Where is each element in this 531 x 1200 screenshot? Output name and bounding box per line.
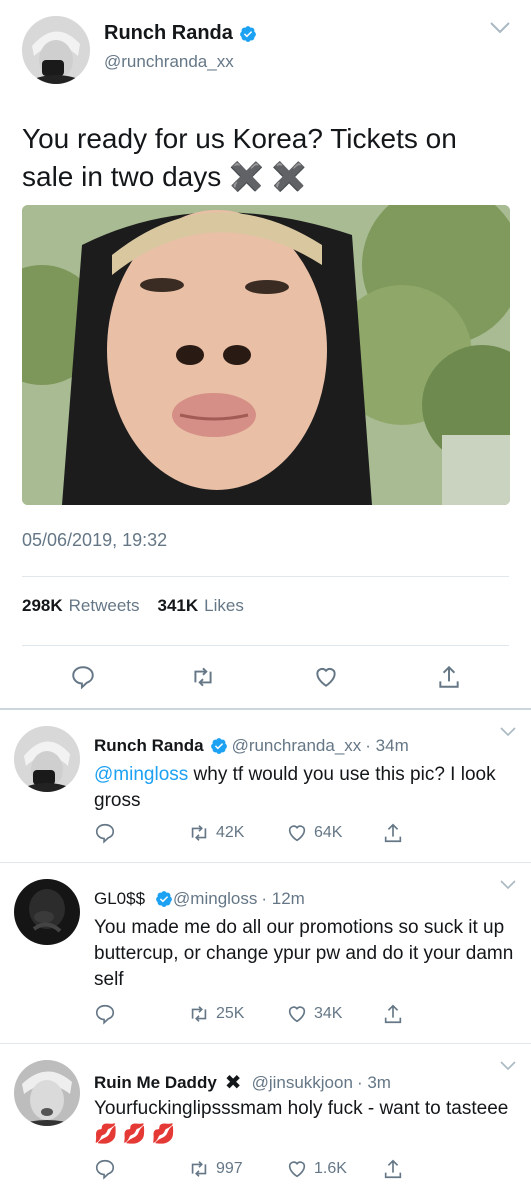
display-name-text[interactable]: Runch Randa <box>104 22 233 45</box>
retweet-count: 25K <box>216 1005 245 1022</box>
reply-icon[interactable] <box>94 1158 116 1180</box>
avatar[interactable] <box>14 879 80 945</box>
verified-badge-icon <box>210 738 227 754</box>
chevron-down-icon[interactable] <box>499 726 517 738</box>
reply-tweet[interactable]: GL0$$ @mingloss · 12m You made me do all… <box>0 863 531 1043</box>
display-name[interactable]: GL0$$ <box>94 889 145 909</box>
time-ago[interactable]: · 12m <box>261 889 304 909</box>
reply-header: Ruin Me Daddy ✖ @jinsukkjoon · 3m <box>94 1070 391 1095</box>
retweet-icon[interactable] <box>188 1003 210 1025</box>
verified-badge-icon <box>240 25 256 42</box>
reply-text: You made me do all our promotions so suc… <box>94 917 514 990</box>
reply-icon[interactable] <box>94 1003 116 1025</box>
cross-mark-icon: ✖ <box>224 1072 242 1094</box>
reply-text: Yourfuckinglipsssmam holy fuck - want to… <box>94 1098 509 1145</box>
reply-text: @mingloss why tf would you use this pic?… <box>94 762 514 814</box>
reply-header: Runch Randa @runchranda_xx · 34m <box>94 736 409 756</box>
reply-actions: 25K 34K <box>0 1003 531 1029</box>
like-count: 34K <box>314 1005 343 1022</box>
handle[interactable]: @mingloss <box>173 889 257 909</box>
retweet-icon[interactable] <box>188 1158 210 1180</box>
time-ago[interactable]: · 3m <box>357 1073 391 1093</box>
avatar[interactable] <box>22 16 90 84</box>
share-icon[interactable] <box>382 1003 404 1025</box>
retweet-count: 997 <box>216 1160 243 1177</box>
reply-actions: 42K 64K <box>0 822 531 848</box>
tweet-photo[interactable] <box>22 205 510 505</box>
likes-label[interactable]: Likes <box>204 596 244 616</box>
retweets-label[interactable]: Retweets <box>69 596 140 616</box>
display-name[interactable]: Runch Randa <box>104 22 257 45</box>
handle[interactable]: @jinsukkjoon <box>252 1073 353 1093</box>
verified-badge-icon <box>156 891 172 907</box>
divider <box>22 576 509 577</box>
reply-icon[interactable] <box>94 822 116 844</box>
retweet-action[interactable]: 997 <box>188 1158 243 1180</box>
retweet-icon[interactable] <box>188 822 210 844</box>
share-icon[interactable] <box>382 1158 404 1180</box>
like-count: 1.6K <box>314 1160 347 1177</box>
tweet-stats: 298K Retweets 341K Likes <box>22 596 244 616</box>
mention-link[interactable]: @mingloss <box>94 764 188 785</box>
like-action[interactable]: 64K <box>286 822 342 844</box>
chevron-down-icon[interactable] <box>499 879 517 891</box>
reply-icon[interactable] <box>70 664 96 690</box>
share-icon[interactable] <box>436 664 462 690</box>
tweet-text: You ready for us Korea? Tickets on sale … <box>22 123 457 192</box>
avatar[interactable] <box>14 1060 80 1126</box>
divider <box>22 645 509 646</box>
share-icon[interactable] <box>382 822 404 844</box>
like-action[interactable]: 1.6K <box>286 1158 347 1180</box>
like-icon[interactable] <box>286 822 308 844</box>
avatar[interactable] <box>14 726 80 792</box>
display-name[interactable]: Runch Randa <box>94 736 204 756</box>
reply-header: GL0$$ @mingloss · 12m <box>94 889 305 909</box>
tweet-timestamp[interactable]: 05/06/2019, 19:32 <box>22 530 167 551</box>
tweet-actions <box>0 660 531 696</box>
display-name[interactable]: Ruin Me Daddy <box>94 1073 217 1093</box>
handle[interactable]: @runchranda_xx <box>232 736 362 756</box>
chevron-down-icon[interactable] <box>499 1060 517 1072</box>
reply-actions: 997 1.6K <box>0 1158 531 1184</box>
like-action[interactable]: 34K <box>286 1003 342 1025</box>
likes-count[interactable]: 341K <box>158 596 199 616</box>
retweet-action[interactable]: 25K <box>188 1003 244 1025</box>
chevron-down-icon[interactable] <box>489 20 511 36</box>
main-tweet: Runch Randa @runchranda_xx You ready for… <box>0 0 531 710</box>
retweet-count: 42K <box>216 824 245 841</box>
retweet-icon[interactable] <box>190 664 216 690</box>
like-icon[interactable] <box>313 664 339 690</box>
retweets-count[interactable]: 298K <box>22 596 63 616</box>
like-icon[interactable] <box>286 1003 308 1025</box>
time-ago[interactable]: · 34m <box>365 736 408 756</box>
reply-tweet[interactable]: Ruin Me Daddy ✖ @jinsukkjoon · 3m Yourfu… <box>0 1044 531 1200</box>
like-icon[interactable] <box>286 1158 308 1180</box>
handle[interactable]: @runchranda_xx <box>104 52 234 72</box>
reply-tweet[interactable]: Runch Randa @runchranda_xx · 34m @minglo… <box>0 710 531 862</box>
retweet-action[interactable]: 42K <box>188 822 244 844</box>
like-count: 64K <box>314 824 343 841</box>
